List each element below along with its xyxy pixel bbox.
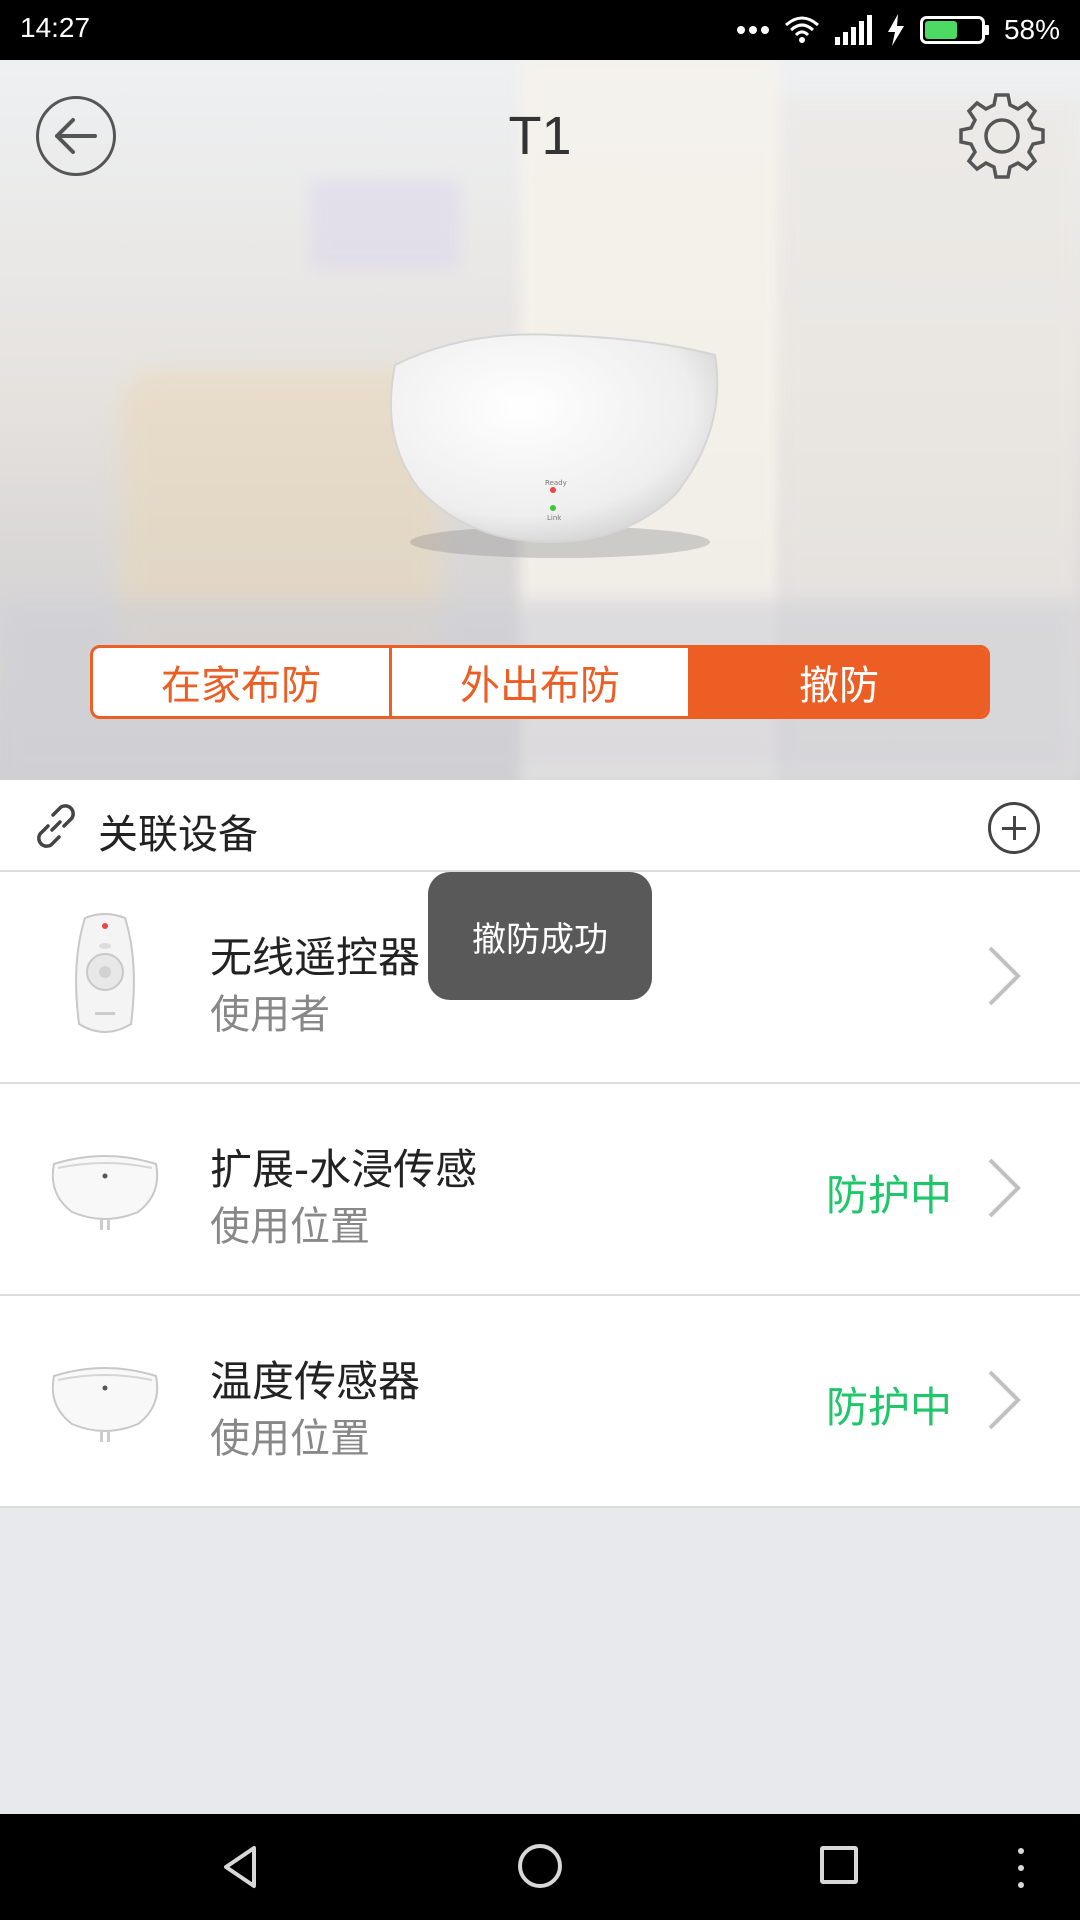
device-subtitle: 使用者 (210, 992, 330, 1038)
charging-icon (887, 14, 904, 46)
signal-icon (834, 15, 872, 45)
temperature-sensor-icon (50, 1336, 160, 1466)
device-name: 扩展-水浸传感 (210, 1145, 478, 1194)
nav-home-icon[interactable] (518, 1844, 562, 1888)
link-icon (37, 804, 75, 848)
battery-percent: 58% (1003, 14, 1060, 45)
toast-message: 撤防成功 (428, 872, 652, 1000)
security-mode-selector: 在家布防 外出布防 撤防 (90, 645, 990, 719)
remote-control-icon (50, 912, 160, 1042)
gear-icon (959, 93, 1045, 179)
mode-away-arm-button[interactable]: 外出布防 (392, 648, 691, 716)
svg-text:Ready: Ready (545, 479, 567, 487)
settings-button[interactable] (958, 92, 1046, 180)
hub-image: Ready Link (375, 310, 735, 560)
device-row-temperature-sensor[interactable]: 温度传感器 使用位置 防护中 (0, 1296, 1080, 1508)
page-title: T1 (508, 106, 572, 166)
chevron-right-icon (988, 1370, 1021, 1430)
chevron-right-icon (988, 1158, 1021, 1218)
hero-section: T1 Ready Link 在家布防 外出布防 撤防 (0, 60, 1080, 780)
status-bar: 14:27 58% (0, 0, 1080, 60)
nav-back-icon[interactable] (218, 1844, 264, 1890)
device-subtitle: 使用位置 (210, 1416, 370, 1462)
linked-devices-title: 关联设备 (98, 812, 258, 858)
device-status: 防护中 (825, 1171, 952, 1220)
battery-icon (919, 16, 989, 44)
status-time: 14:27 (20, 12, 91, 43)
device-name: 温度传感器 (210, 1357, 421, 1406)
nav-menu-icon[interactable] (1016, 1848, 1026, 1888)
linked-devices-header: 关联设备 (0, 780, 1080, 872)
system-nav-bar (0, 1814, 1080, 1920)
mode-home-arm-button[interactable]: 在家布防 (93, 648, 392, 716)
nav-recent-icon[interactable] (820, 1846, 858, 1884)
device-subtitle: 使用位置 (210, 1204, 370, 1250)
device-name: 无线遥控器 (210, 933, 421, 982)
water-sensor-icon (50, 1124, 160, 1254)
device-status: 防护中 (825, 1383, 952, 1432)
svg-text:Link: Link (547, 514, 562, 522)
device-row-water-sensor[interactable]: 扩展-水浸传感 使用位置 防护中 (0, 1084, 1080, 1296)
status-icons: 58% (736, 10, 1060, 50)
add-device-button[interactable] (988, 802, 1040, 854)
wifi-icon (784, 16, 819, 43)
mode-disarm-button[interactable]: 撤防 (691, 648, 987, 716)
more-dots-icon (736, 26, 769, 34)
chevron-right-icon (988, 946, 1021, 1006)
